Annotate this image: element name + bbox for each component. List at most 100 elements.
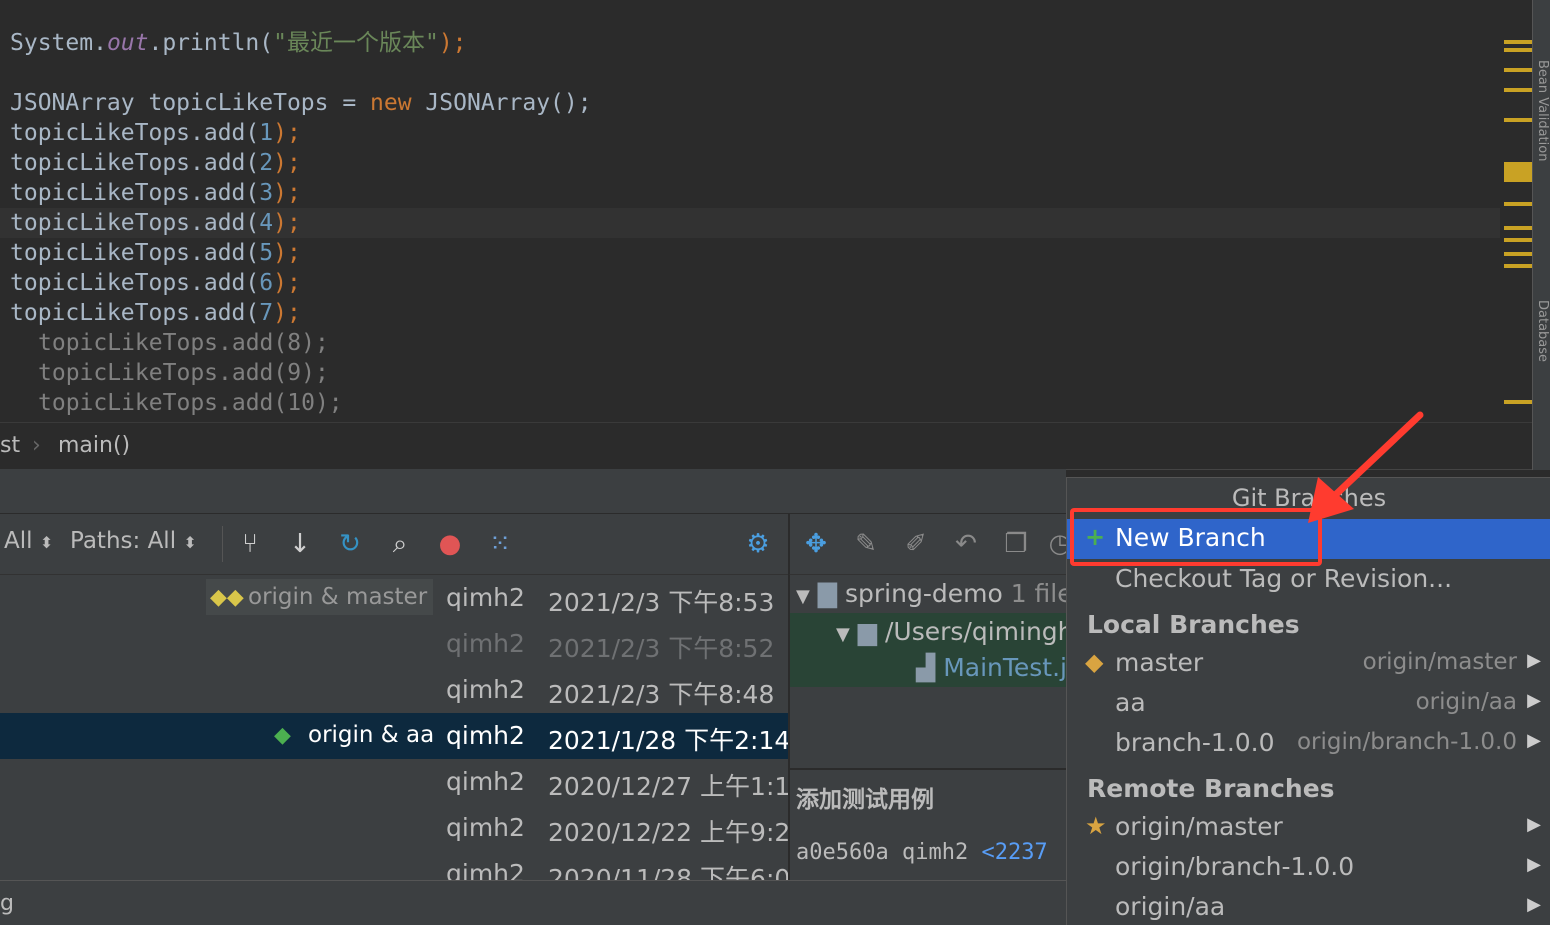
edit-source-icon[interactable]: ✎ bbox=[850, 528, 882, 560]
tag-icon: ◆ bbox=[274, 723, 291, 748]
code-line: topicLikeTops.add(1); bbox=[10, 120, 301, 146]
table-row[interactable]: qimh2 2020/11/28 下午6:0 bbox=[0, 851, 788, 880]
stripe-mark[interactable] bbox=[1504, 202, 1532, 206]
local-branches-header: Local Branches bbox=[1087, 610, 1300, 639]
submenu-arrow-icon: ▶ bbox=[1527, 894, 1541, 915]
commit-author: qimh2 bbox=[446, 583, 525, 612]
remote-branch-origin-master[interactable]: ★ origin/master ▶ bbox=[1067, 808, 1550, 848]
stripe-mark[interactable] bbox=[1504, 68, 1532, 72]
tree-node-file[interactable]: ▟ MainTest.java bbox=[916, 653, 1067, 682]
ref-labels: ◆◆ origin & master bbox=[206, 579, 434, 615]
revert-icon[interactable]: ↶ bbox=[950, 528, 982, 560]
commit-log-table[interactable]: ◆◆ origin & master qimh2 2021/2/3 下午8:53 … bbox=[0, 575, 788, 880]
changes-tree[interactable]: ▼ ▇ spring-demo 1 file ▼ ▆ /Users/qiming… bbox=[789, 575, 1067, 768]
table-row[interactable]: qimh2 2021/2/3 下午8:52 bbox=[0, 621, 788, 667]
stripe-mark[interactable] bbox=[1504, 162, 1532, 182]
remote-branch-origin-branch-1-0-0[interactable]: origin/branch-1.0.0 ▶ bbox=[1067, 848, 1550, 888]
commit-date: 2021/2/3 下午8:53 bbox=[548, 588, 775, 617]
commit-meta: a0e560a qimh2 <2237 bbox=[796, 840, 1048, 865]
error-stripe[interactable] bbox=[1500, 0, 1532, 422]
branch-item-branch-1-0-0[interactable]: branch-1.0.0 origin/branch-1.0.0 ▶ bbox=[1067, 724, 1550, 764]
refresh-icon[interactable]: ↻ bbox=[334, 528, 366, 560]
annotation-arrow-icon bbox=[1308, 411, 1424, 523]
java-file-icon: ▟ bbox=[916, 653, 936, 682]
code-editor[interactable]: System.out.println("最近一个版本"); JSONArray … bbox=[0, 0, 1532, 422]
stripe-mark[interactable] bbox=[1504, 264, 1532, 268]
tag-icon: ◆◆ bbox=[210, 585, 244, 610]
table-row[interactable]: qimh2 2021/2/3 下午8:48 bbox=[0, 667, 788, 713]
log-toolbar: All ⬍ Paths: All ⬍ ⑂ ↓ ↻ ⌕ ● ⁙ ⚙ bbox=[0, 514, 788, 575]
cherry-pick-icon[interactable]: ● bbox=[434, 528, 466, 560]
remote-branches-header: Remote Branches bbox=[1087, 774, 1335, 803]
commit-date: 2021/2/3 下午8:52 bbox=[548, 634, 775, 663]
database-tab[interactable]: Database bbox=[1534, 300, 1550, 362]
commit-author: qimh2 bbox=[446, 675, 525, 704]
annotation-highlight-box bbox=[1070, 508, 1322, 566]
commit-date: 2020/12/27 上午1:17 bbox=[548, 772, 788, 801]
commit-date: 2021/1/28 下午2:14 bbox=[548, 726, 788, 755]
tree-node-root[interactable]: ▼ ▇ spring-demo 1 file bbox=[796, 579, 1067, 608]
submenu-arrow-icon: ▶ bbox=[1527, 854, 1541, 875]
checkout-tag-item[interactable]: Checkout Tag or Revision... bbox=[1067, 560, 1550, 600]
ref-labels: ◆ origin & aa bbox=[270, 717, 440, 753]
code-line: System.out.println("最近一个版本"); bbox=[10, 30, 467, 56]
right-tool-strip: Bean Validation Database bbox=[1532, 0, 1550, 470]
expand-arrow-icon: ▼ bbox=[796, 586, 810, 607]
code-line: topicLikeTops.add(4); bbox=[10, 210, 301, 236]
table-row[interactable]: ◆◆ origin & master qimh2 2021/2/3 下午8:53 bbox=[0, 575, 788, 621]
commit-author: qimh2 bbox=[446, 859, 525, 880]
commented-code-line: topicLikeTops.add(10); bbox=[38, 390, 343, 416]
updown-icon: ⬍ bbox=[39, 533, 54, 552]
commit-author: qimh2 bbox=[446, 721, 525, 750]
paths-filter[interactable]: Paths: All ⬍ bbox=[70, 528, 197, 554]
commit-details: 添加测试用例 a0e560a qimh2 <2237 bbox=[789, 769, 1067, 881]
code-line: topicLikeTops.add(3); bbox=[10, 180, 301, 206]
branch-item-master[interactable]: ◆ master origin/master ▶ bbox=[1067, 644, 1550, 684]
code-line: topicLikeTops.add(5); bbox=[10, 240, 301, 266]
gear-icon[interactable]: ⚙ bbox=[742, 528, 774, 560]
stripe-mark[interactable] bbox=[1504, 226, 1532, 230]
tree-node-folder[interactable]: ▼ ▆ /Users/qiminghao/java-workspace/spri… bbox=[836, 617, 1067, 646]
stripe-mark[interactable] bbox=[1504, 48, 1532, 52]
stripe-mark[interactable] bbox=[1504, 400, 1532, 404]
version-control-header bbox=[0, 469, 1066, 514]
commit-author: qimh2 bbox=[446, 629, 525, 658]
commented-code-line: topicLikeTops.add(9); bbox=[38, 360, 329, 386]
stripe-mark[interactable] bbox=[1504, 118, 1532, 122]
table-row[interactable]: qimh2 2020/12/22 上午9:2 bbox=[0, 805, 788, 851]
code-line: topicLikeTops.add(2); bbox=[10, 150, 301, 176]
expand-icon[interactable]: ✥ bbox=[800, 528, 832, 560]
diff-icon[interactable]: ❐ bbox=[1000, 528, 1032, 560]
breadcrumb-method[interactable]: main() bbox=[58, 433, 130, 458]
status-bar: g bbox=[0, 880, 1066, 925]
search-icon[interactable]: ⌕ bbox=[384, 528, 416, 560]
stripe-mark[interactable] bbox=[1504, 252, 1532, 256]
tag-icon: ◆ bbox=[1085, 648, 1104, 676]
remote-branch-origin-aa[interactable]: origin/aa ▶ bbox=[1067, 888, 1550, 925]
toolbar-separator bbox=[222, 526, 223, 562]
code-line: topicLikeTops.add(6); bbox=[10, 270, 301, 296]
stripe-mark[interactable] bbox=[1504, 88, 1532, 92]
submenu-arrow-icon: ▶ bbox=[1527, 690, 1541, 711]
stripe-mark[interactable] bbox=[1504, 238, 1532, 242]
commit-date: 2020/11/28 下午6:0 bbox=[548, 864, 788, 880]
commit-email-link[interactable]: <2237 bbox=[981, 840, 1047, 865]
breadcrumb-class[interactable]: st bbox=[0, 433, 20, 458]
branch-filter[interactable]: All ⬍ bbox=[4, 528, 53, 554]
arrow-down-icon[interactable]: ↓ bbox=[284, 528, 316, 560]
branch-item-aa[interactable]: aa origin/aa ▶ bbox=[1067, 684, 1550, 724]
module-icon: ▇ bbox=[817, 579, 838, 608]
stripe-mark[interactable] bbox=[1504, 40, 1532, 44]
expand-arrow-icon: ▼ bbox=[836, 624, 850, 645]
commit-date: 2021/2/3 下午8:48 bbox=[548, 680, 775, 709]
show-branches-icon[interactable]: ⑂ bbox=[234, 528, 266, 560]
table-row-selected[interactable]: ◆ origin & aa qimh2 2021/1/28 下午2:14 bbox=[0, 713, 788, 759]
code-line: topicLikeTops.add(7); bbox=[10, 300, 301, 326]
submenu-arrow-icon: ▶ bbox=[1527, 814, 1541, 835]
edit-icon[interactable]: ✐ bbox=[900, 528, 932, 560]
intellisort-icon[interactable]: ⁙ bbox=[484, 528, 516, 560]
updown-icon: ⬍ bbox=[183, 533, 197, 552]
code-line: JSONArray topicLikeTops = new JSONArray(… bbox=[10, 90, 592, 116]
table-row[interactable]: qimh2 2020/12/27 上午1:17 bbox=[0, 759, 788, 805]
bean-validation-tab[interactable]: Bean Validation bbox=[1534, 60, 1550, 161]
